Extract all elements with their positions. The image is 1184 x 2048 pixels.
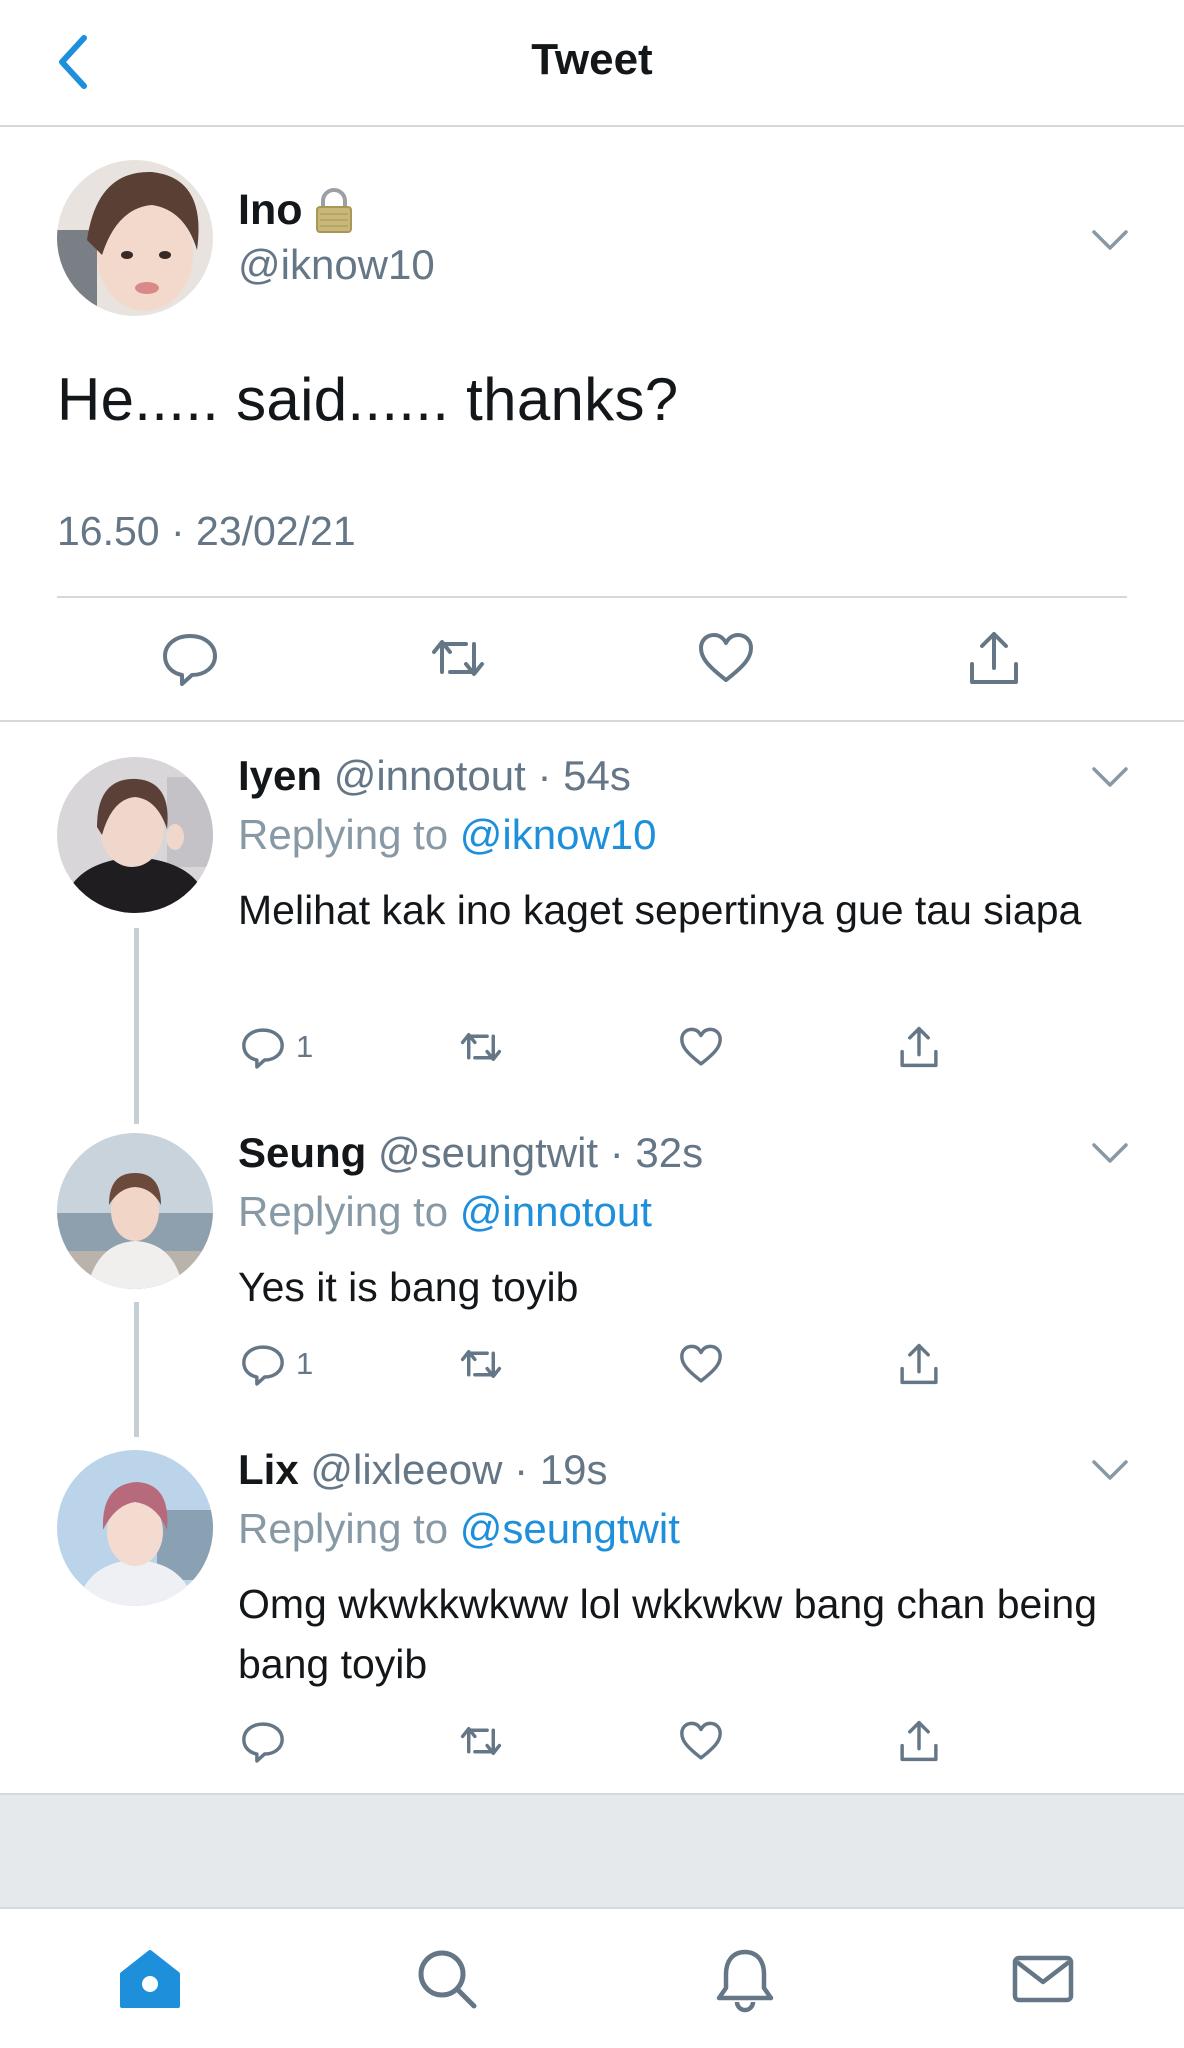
chevron-down-icon [1092,767,1128,787]
replying-to: Replying to @seungtwit [238,1505,680,1553]
reply-author-handle[interactable]: @lixleeow [310,1446,502,1493]
chevron-down-icon [1092,1143,1128,1163]
author-name[interactable]: Ino [238,186,354,235]
page-title: Tweet [531,35,653,84]
reply-header: Lix @lixleeow · 19s [238,1446,607,1494]
tab-home[interactable] [115,1944,185,2014]
like-button[interactable] [678,1341,724,1387]
reply-time: · 32s [609,1129,704,1176]
replying-to-link[interactable]: @iknow10 [460,811,657,858]
reply-options-button[interactable] [1090,757,1130,797]
reply-header: Iyen @innotout · 54s [238,752,631,800]
like-button[interactable] [678,1718,724,1764]
retweet-icon [432,640,484,676]
reply-author-name[interactable]: Lix [238,1446,299,1493]
author-handle[interactable]: @iknow10 [238,241,435,289]
reply-time: · 19s [514,1446,608,1493]
replying-to: Replying to @innotout [238,1188,652,1236]
reply-button[interactable] [160,628,220,688]
divider [57,596,1127,598]
reply-author-handle[interactable]: @seungtwit [378,1129,598,1176]
heart-icon [699,633,753,682]
retweet-button[interactable] [458,1024,504,1070]
search-icon [418,1950,477,2009]
share-button[interactable] [896,1024,942,1070]
retweet-button[interactable] [458,1341,504,1387]
reply-text: Yes it is bang toyib [238,1264,579,1310]
share-icon [900,1720,938,1762]
share-icon [900,1343,938,1385]
replying-to-label: Replying to [238,1188,460,1235]
back-button[interactable] [48,30,98,94]
reply-options-button[interactable] [1090,1133,1130,1173]
reply-count: 1 [296,1029,314,1064]
like-button[interactable] [678,1024,724,1070]
retweet-icon [460,1350,502,1378]
reply-icon [242,1028,284,1069]
section-divider [0,720,1184,722]
thread-line [134,1302,139,1437]
messages-icon [1012,1955,1074,2003]
reply-compose-area[interactable] [0,1793,1184,1909]
author-name-label: Ino [238,186,303,234]
reply-avatar[interactable] [57,1133,213,1289]
reply-icon [163,634,217,686]
replying-to-link[interactable]: @seungtwit [460,1505,680,1552]
replying-to-link[interactable]: @innotout [460,1188,652,1235]
heart-icon [680,1344,722,1383]
reply-icon [242,1722,284,1763]
retweet-icon [460,1033,502,1061]
retweet-button[interactable] [428,628,488,688]
reply-author-name[interactable]: Seung [238,1129,366,1176]
heart-icon [680,1721,722,1760]
tweet-options-button[interactable] [1090,220,1130,260]
tab-search[interactable] [412,1944,482,2014]
tab-notifications[interactable] [710,1944,780,2014]
like-button[interactable] [696,628,756,688]
lock-icon [316,187,353,233]
retweet-button[interactable] [458,1718,504,1764]
share-icon [970,632,1018,684]
chevron-down-icon [1092,1460,1128,1480]
reply-avatar[interactable] [57,1450,213,1606]
author-avatar[interactable] [57,160,213,316]
thread-line [134,928,139,1124]
heart-icon [680,1027,722,1066]
retweet-icon [460,1727,502,1755]
reply-button[interactable] [240,1718,296,1764]
tweet-timestamp: 16.50 · 23/02/21 [57,508,356,554]
reply-count: 1 [296,1346,314,1381]
reply-options-button[interactable] [1090,1450,1130,1490]
home-icon [120,1950,180,2008]
share-button[interactable] [896,1341,942,1387]
reply-icon [242,1345,284,1386]
reply-avatar[interactable] [57,757,213,913]
share-button[interactable] [896,1718,942,1764]
reply-header: Seung @seungtwit · 32s [238,1129,703,1177]
tweet-text: He..... said...... thanks? [57,366,679,433]
reply-author-name[interactable]: Iyen [238,752,322,799]
reply-text: Melihat kak ino kaget sepertinya gue tau… [238,887,1082,933]
reply-author-handle[interactable]: @innotout [334,752,526,799]
replying-to-label: Replying to [238,811,460,858]
reply-text: Omg wkwkkwkww lol wkkwkw bang chan being… [238,1581,1098,1687]
chevron-down-icon [1092,230,1128,250]
notifications-icon [716,1949,774,2013]
share-icon [900,1026,938,1068]
replying-to-label: Replying to [238,1505,460,1552]
reply-button[interactable]: 1 [240,1341,313,1387]
tab-messages[interactable] [1008,1944,1078,2014]
share-button[interactable] [964,628,1024,688]
reply-time: · 54s [537,752,631,799]
reply-button[interactable]: 1 [240,1024,313,1070]
replying-to: Replying to @iknow10 [238,811,657,859]
chevron-left-icon [59,35,87,89]
